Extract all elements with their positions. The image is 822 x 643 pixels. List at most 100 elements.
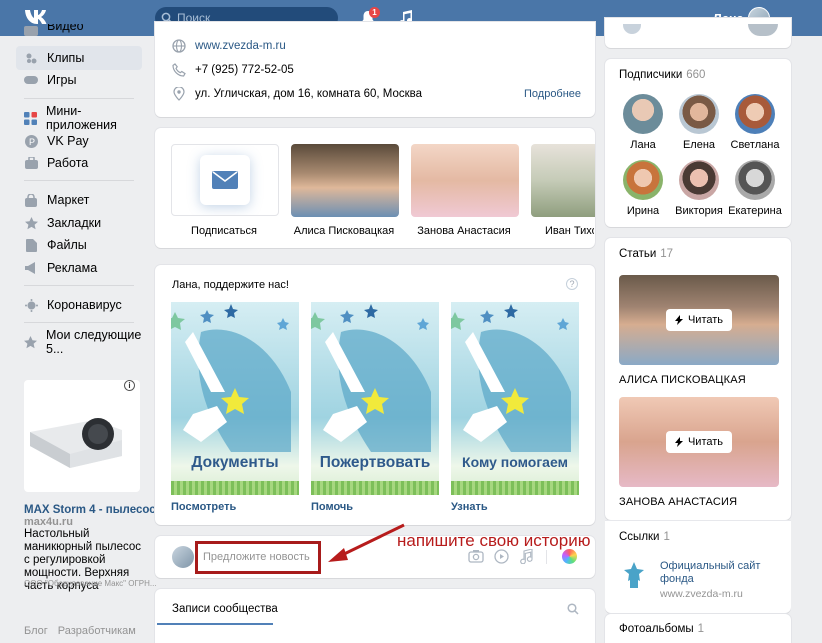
more-info-link[interactable]: Подробнее (524, 88, 581, 100)
phone-row[interactable]: +7 (925) 772-52-05 (172, 63, 294, 77)
camera-icon[interactable] (468, 549, 484, 566)
story-rainbow-icon[interactable] (562, 549, 577, 564)
composer-avatar[interactable] (172, 546, 194, 568)
sidebar-item-ads[interactable]: Реклама (16, 256, 142, 280)
banner-link-help[interactable]: Помочь (311, 501, 353, 513)
albums-count: 1 (697, 623, 705, 635)
subscriber-name[interactable]: Екатерина (725, 205, 785, 217)
tile-label-anastasia[interactable]: Занова Анастасия (405, 225, 523, 237)
subscriber-avatar[interactable] (735, 94, 775, 134)
ad-image[interactable] (24, 380, 140, 492)
tile-label-alisa[interactable]: Алиса Писковацкая (285, 225, 403, 237)
wall-search-icon[interactable] (567, 603, 579, 618)
sidebar-item-games[interactable]: Игры (16, 68, 142, 92)
sidebar-item-coronavirus[interactable]: Коронавирус (16, 293, 142, 317)
notification-badge: 1 (369, 7, 380, 18)
subscriber-name[interactable]: Лана (613, 139, 673, 151)
ad-domain[interactable]: max4u.ru (24, 516, 73, 528)
subscriber-avatar[interactable] (735, 160, 775, 200)
sidebar-item-favorites[interactable]: Мои следующие 5... (16, 328, 142, 356)
footer-links: Блог Разработчикам (24, 625, 146, 637)
sidebar-item-label: Файлы (47, 238, 87, 252)
subscribers-title: Подписчики (619, 69, 683, 81)
subscribers-count: 660 (686, 69, 706, 81)
sidebar-item-jobs[interactable]: Работа (16, 151, 142, 175)
person-photo-alisa[interactable] (291, 144, 399, 217)
tab-community-posts[interactable]: Записи сообщества (172, 603, 278, 615)
virus-icon (24, 298, 38, 312)
sidebar-item-files[interactable]: Файлы (16, 233, 142, 257)
links-title: Ссылки (619, 531, 660, 543)
links-header[interactable]: Ссылки 1 (619, 531, 670, 543)
subscriber-avatar[interactable] (623, 94, 663, 134)
sidebar-item-clips[interactable]: Клипы (16, 46, 142, 70)
sidebar-item-bookmarks[interactable]: Закладки (16, 211, 142, 235)
lightning-icon (674, 437, 683, 447)
subscribers-header[interactable]: Подписчики 660 (619, 69, 705, 81)
read-button[interactable]: Читать (666, 431, 732, 453)
article-cover-1[interactable]: Читать (619, 275, 779, 365)
banner-whom-we-help[interactable]: Кому помогаем (451, 302, 579, 495)
person-photo-anastasia[interactable] (411, 144, 519, 217)
subscriber-name[interactable]: Светлана (725, 139, 785, 151)
grass-decoration (451, 481, 579, 495)
svg-text:P: P (29, 137, 35, 147)
ad-info-icon[interactable]: i (124, 380, 135, 391)
audio-note-icon[interactable] (520, 548, 533, 567)
address-row[interactable]: ул. Угличская, дом 16, комната 60, Москв… (172, 87, 422, 101)
sidebar-item-vkpay[interactable]: P VK Pay (16, 129, 142, 153)
footer-link-developers[interactable]: Разработчикам (58, 625, 136, 637)
article-caption[interactable]: АЛИСА ПИСКОВАЦКАЯ (619, 374, 746, 386)
articles-header[interactable]: Статьи 17 (619, 248, 673, 260)
sidebar-item-video[interactable]: Видео (16, 24, 142, 38)
composer-input[interactable]: Предложите новость (203, 551, 310, 563)
website-row[interactable]: www.zvezda-m.ru (172, 39, 286, 53)
sidebar-item-label: Клипы (47, 51, 85, 65)
video-icon (24, 24, 38, 38)
link-title[interactable]: Официальный сайт фонда (660, 560, 780, 586)
sidebar-divider (24, 180, 134, 181)
subscribe-tile[interactable] (171, 144, 279, 216)
link-url[interactable]: www.zvezda-m.ru (660, 588, 743, 600)
person-photo-ivan[interactable] (531, 144, 595, 217)
albums-header[interactable]: Фотоальбомы 1 (619, 623, 704, 635)
banner-link-view[interactable]: Посмотреть (171, 501, 236, 513)
link-logo-icon[interactable] (619, 560, 649, 593)
ad-title[interactable]: MAX Storm 4 - пылесос... (24, 504, 165, 516)
sidebar-item-label: Реклама (47, 261, 98, 275)
composer-divider (546, 550, 547, 564)
sidebar-item-market[interactable]: Маркет (16, 188, 142, 212)
tile-label-clip: Иван Тихо (534, 225, 594, 237)
banner-documents[interactable]: Документы (171, 302, 299, 495)
star-icon (24, 216, 38, 230)
read-button[interactable]: Читать (666, 309, 732, 331)
subscriber-avatar[interactable] (623, 160, 663, 200)
sidebar-item-mini-apps[interactable]: Мини-приложения (16, 104, 142, 132)
subscriber-avatar[interactable] (679, 160, 719, 200)
annotation-arrow-icon (328, 523, 405, 562)
banner-link-learn[interactable]: Узнать (451, 501, 488, 513)
star-icon (24, 335, 37, 349)
video-play-icon[interactable] (494, 549, 509, 567)
sidebar-divider (24, 322, 134, 323)
footer-link-blog[interactable]: Блог (24, 625, 48, 637)
sidebar-item-label: Маркет (47, 193, 90, 207)
clips-icon (24, 51, 38, 65)
article-caption[interactable]: ЗАНОВА АНАСТАСИЯ (619, 496, 737, 508)
banner-word: Документы (191, 454, 279, 471)
banner-donate[interactable]: Пожертвовать (311, 302, 439, 495)
article-cover-2[interactable]: Читать (619, 397, 779, 487)
hands-stars-illustration (311, 304, 431, 452)
tab-active-indicator (157, 623, 273, 625)
sidebar-item-label: Игры (47, 73, 77, 87)
subscriber-avatar[interactable] (679, 94, 719, 134)
help-icon[interactable]: ? (566, 278, 578, 290)
website-link[interactable]: www.zvezda-m.ru (195, 40, 286, 52)
subscriber-name[interactable]: Ирина (613, 205, 673, 217)
tile-label-subscribe[interactable]: Подписаться (165, 225, 283, 237)
tile-label-ivan[interactable]: Иван Тихо (545, 225, 594, 237)
subscriber-name[interactable]: Виктория (669, 205, 729, 217)
subscriber-name[interactable]: Елена (669, 139, 729, 151)
ad-legal: ООО "Оборудование Макс" ОГРН... (24, 579, 157, 588)
sidebar-divider (24, 285, 134, 286)
